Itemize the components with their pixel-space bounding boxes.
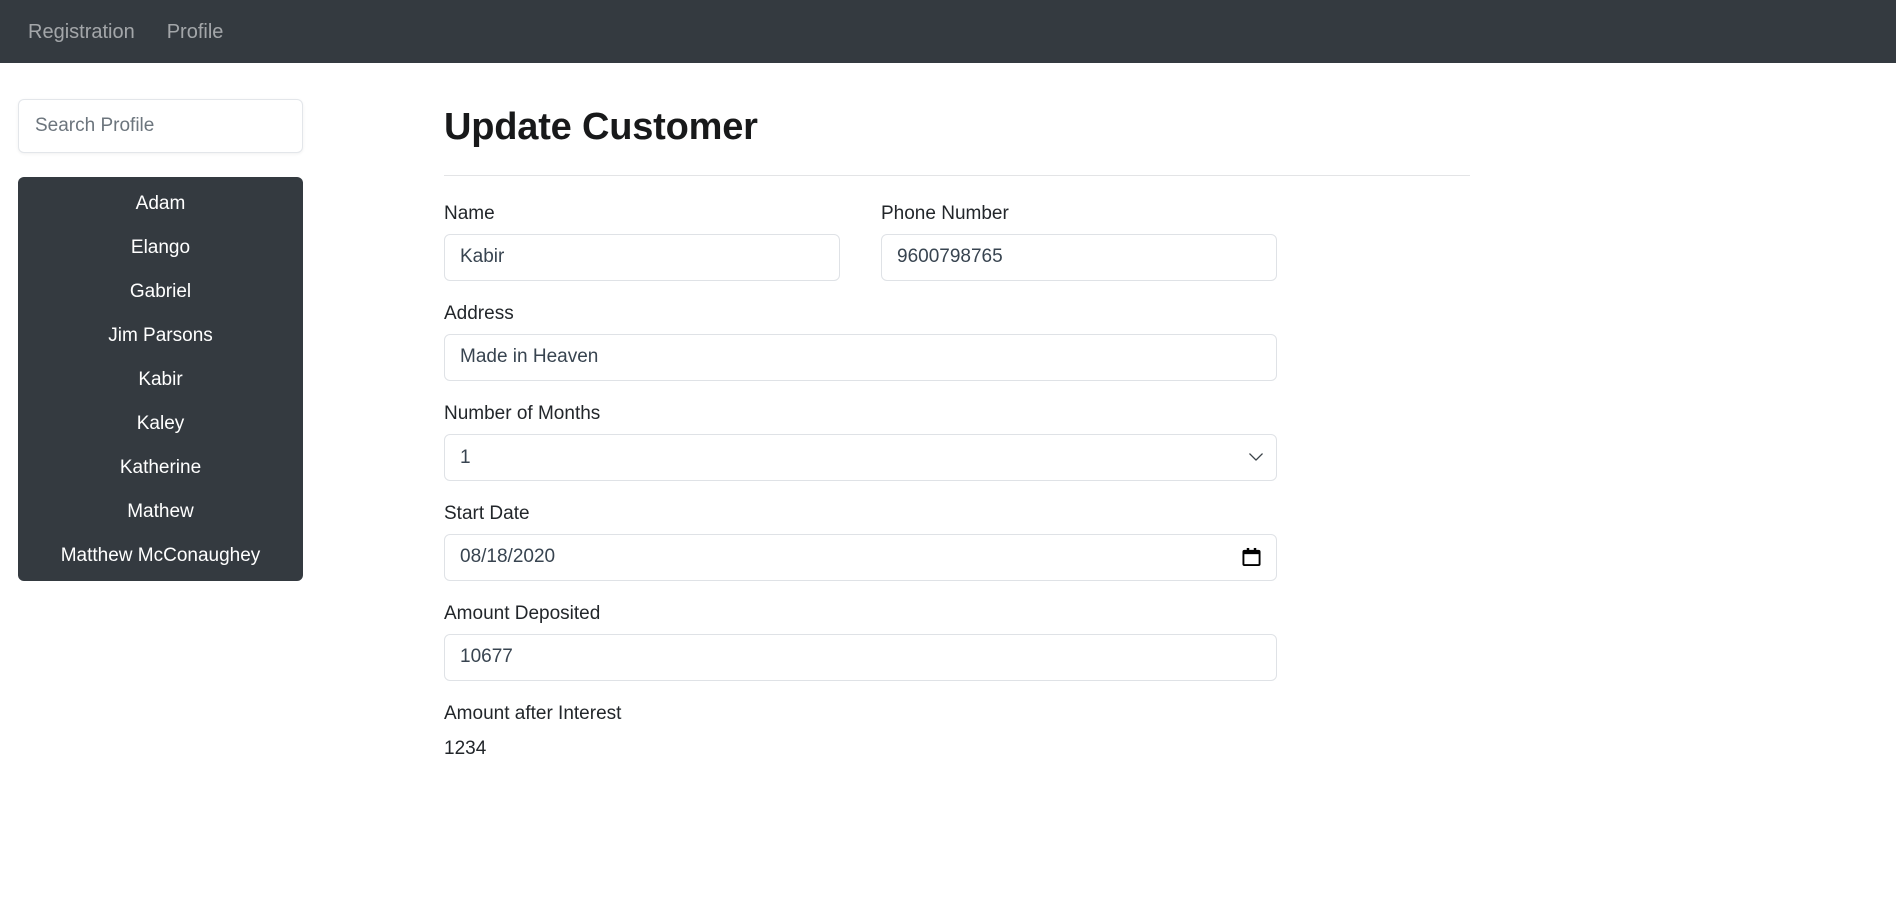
search-profile-input[interactable]	[18, 99, 303, 153]
profile-list: Adam Elango Gabriel Jim Parsons Kabir Ka…	[18, 177, 303, 581]
nav-link-registration[interactable]: Registration	[28, 14, 151, 50]
name-field-group: Name	[444, 204, 840, 281]
months-field-group: Number of Months 1	[444, 404, 1277, 481]
profile-list-item[interactable]: Katherine	[18, 445, 303, 489]
number-of-months-select[interactable]: 1	[444, 433, 1277, 481]
amount-deposited-label: Amount Deposited	[444, 602, 601, 624]
name-input[interactable]	[444, 233, 840, 281]
profile-list-item[interactable]: Matthew McConaughey	[18, 533, 303, 577]
nav-link-profile[interactable]: Profile	[151, 14, 240, 50]
start-date-label: Start Date	[444, 502, 530, 524]
page-title: Update Customer	[444, 106, 758, 148]
amount-deposited-input[interactable]	[444, 633, 1277, 681]
update-customer-form: Update Customer Name Phone Number Addres…	[420, 63, 1530, 781]
phone-field-group: Phone Number	[881, 204, 1277, 281]
title-divider	[444, 174, 1470, 176]
profile-list-item[interactable]: Adam	[18, 181, 303, 225]
sidebar: Adam Elango Gabriel Jim Parsons Kabir Ka…	[0, 63, 420, 581]
amount-after-interest-label: Amount after Interest	[444, 702, 622, 724]
profile-list-item[interactable]: Kaley	[18, 401, 303, 445]
phone-number-input[interactable]	[881, 233, 1277, 281]
address-input[interactable]	[444, 333, 1277, 381]
search-profile-wrapper	[18, 99, 303, 153]
profile-list-item[interactable]: Elango	[18, 225, 303, 269]
phone-number-label: Phone Number	[881, 202, 1009, 224]
name-label: Name	[444, 202, 495, 224]
page-body: Adam Elango Gabriel Jim Parsons Kabir Ka…	[0, 63, 1896, 912]
months-select-wrapper: 1	[444, 433, 1277, 481]
amount-after-interest-group: Amount after Interest 1234	[444, 704, 1277, 758]
address-field-group: Address	[444, 304, 1277, 381]
top-navbar: Registration Profile	[0, 0, 1896, 63]
number-of-months-label: Number of Months	[444, 402, 601, 424]
profile-list-item[interactable]: Mathew	[18, 489, 303, 533]
profile-list-item[interactable]: Jim Parsons	[18, 313, 303, 357]
name-phone-row: Name Phone Number	[444, 204, 1470, 281]
start-date-wrapper	[444, 533, 1277, 581]
profile-list-item[interactable]: Kabir	[18, 357, 303, 401]
start-date-input[interactable]	[444, 533, 1277, 581]
calendar-icon[interactable]	[1242, 548, 1261, 567]
amount-after-interest-value: 1234	[444, 737, 487, 759]
amount-deposited-field-group: Amount Deposited	[444, 604, 1277, 681]
address-label: Address	[444, 302, 514, 324]
start-date-field-group: Start Date	[444, 504, 1277, 581]
profile-list-item[interactable]: Gabriel	[18, 269, 303, 313]
